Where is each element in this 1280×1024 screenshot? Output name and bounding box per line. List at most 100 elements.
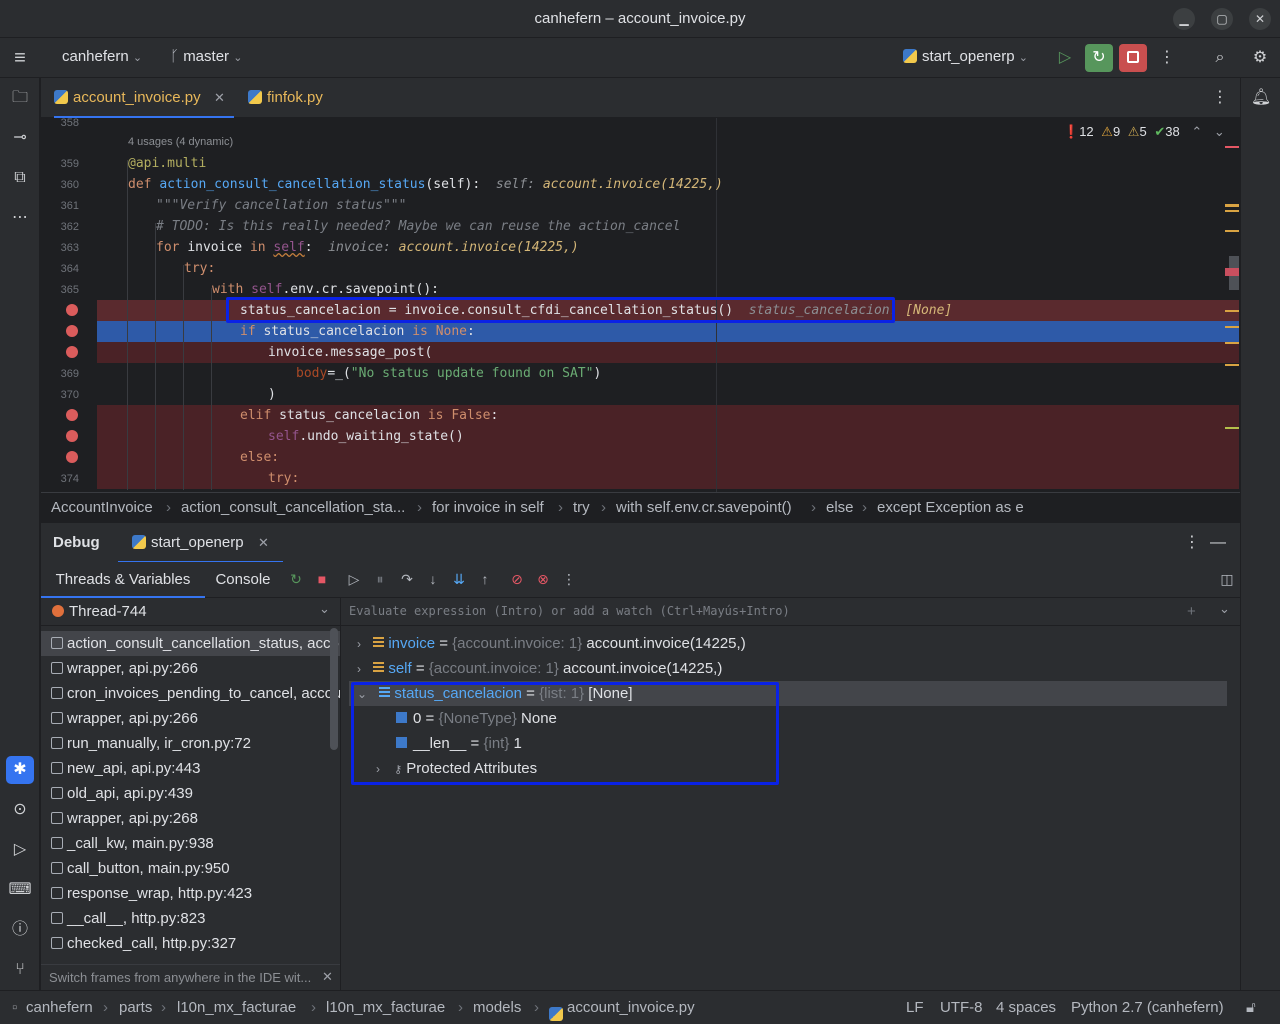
project-folder-icon[interactable]: 🗀 — [6, 84, 34, 112]
path-item[interactable]: l10n_mx_facturae — [177, 999, 296, 1016]
breadcrumb-item[interactable]: else — [826, 499, 854, 516]
settings-gear-icon[interactable]: ⚙ — [1246, 44, 1274, 72]
view-breakpoints-icon[interactable]: ⊘ — [508, 571, 526, 588]
thread-selector[interactable]: Thread-744 ⌄ — [41, 598, 340, 626]
file-encoding[interactable]: UTF-8 — [940, 999, 983, 1016]
breakpoint-icon[interactable] — [66, 430, 78, 442]
resume-icon[interactable]: ▷ — [345, 571, 363, 588]
terminal-icon[interactable]: ⌨ — [6, 876, 34, 904]
breakpoint-icon[interactable] — [66, 451, 78, 463]
more-options-icon[interactable]: ⋮ — [1178, 529, 1206, 557]
tab-debug-session[interactable]: start_openerp ✕ — [118, 523, 283, 563]
tab-threads-variables[interactable]: Threads & Variables — [41, 562, 205, 598]
frame-item[interactable]: wrapper, api.py:266 — [41, 656, 340, 681]
step-over-icon[interactable]: ↷ — [398, 571, 416, 588]
more-tools-icon[interactable]: ⋯ — [6, 204, 34, 232]
frame-item[interactable]: old_api, api.py:439 — [41, 781, 340, 806]
path-item[interactable]: l10n_mx_facturae — [326, 999, 445, 1016]
breadcrumb-item[interactable]: action_consult_cancellation_sta... — [181, 499, 405, 516]
frame-item[interactable]: checked_call, http.py:327 — [41, 931, 340, 956]
close-tab-icon[interactable]: ✕ — [258, 523, 269, 563]
frame-item[interactable]: _call_kw, main.py:938 — [41, 831, 340, 856]
chevron-down-icon[interactable]: ⌄ — [1219, 601, 1230, 617]
chevron-down-icon[interactable]: ⌄ — [1214, 124, 1225, 139]
step-into-my-code-icon[interactable]: ⇊ — [450, 571, 468, 588]
chevron-up-icon[interactable]: ⌃ — [1191, 124, 1202, 139]
more-options-icon[interactable]: ⋮ — [560, 571, 578, 588]
variable-row[interactable]: › self = {account.invoice: 1} account.in… — [357, 656, 722, 681]
chevron-right-icon[interactable]: › — [357, 637, 361, 651]
inspection-widget[interactable]: ❗12 ⚠9 ⚠5 ✔38 ⌃ ⌄ — [1063, 124, 1225, 140]
code-editor[interactable]: 358 359 360 361 362 363 364 365 369 370 … — [41, 118, 1240, 492]
stop-icon[interactable] — [1119, 44, 1147, 72]
tab-account-invoice[interactable]: account_invoice.py ✕ — [54, 78, 234, 118]
services-icon[interactable]: ⊙ — [6, 796, 34, 824]
frame-item[interactable]: call_button, main.py:950 — [41, 856, 340, 881]
frames-scrollbar[interactable] — [330, 628, 338, 750]
path-item[interactable]: models — [473, 999, 521, 1016]
pause-icon[interactable]: ⏸ — [371, 571, 389, 588]
chevron-right-icon[interactable]: › — [357, 662, 361, 676]
usages-hint[interactable]: 4 usages (4 dynamic) — [128, 136, 233, 148]
stop-icon[interactable]: ■ — [313, 571, 331, 587]
git-icon[interactable]: ⑂ — [6, 956, 34, 984]
variable-row[interactable]: › invoice = {account.invoice: 1} account… — [357, 631, 746, 656]
minimize-panel-icon[interactable]: — — [1204, 529, 1232, 557]
layout-icon[interactable]: ◫ — [1218, 571, 1236, 588]
frame-item[interactable]: wrapper, api.py:266 — [41, 706, 340, 731]
run-config-selector[interactable]: start_openerp ⌄ — [903, 48, 1028, 65]
line-separator[interactable]: LF — [906, 999, 924, 1016]
evaluate-expression-input[interactable]: Evaluate expression (Intro) or add a wat… — [341, 598, 1240, 626]
structure-icon[interactable]: ⧉ — [6, 164, 34, 192]
notifications-bell-icon[interactable]: 🔔︎ — [1247, 84, 1275, 112]
rerun-debug-icon[interactable]: ↻ — [1085, 44, 1113, 72]
search-icon[interactable]: ⌕ — [1206, 44, 1234, 72]
frame-item[interactable]: response_wrap, http.py:423 — [41, 881, 340, 906]
path-item[interactable]: account_invoice.py — [567, 999, 695, 1016]
step-into-icon[interactable]: ↓ — [424, 571, 442, 587]
lock-icon[interactable]: 🔓︎ — [1246, 999, 1256, 1016]
breadcrumb-item[interactable]: except Exception as e — [877, 499, 1024, 516]
breadcrumb-item[interactable]: for invoice in self — [432, 499, 544, 516]
hamburger-menu-icon[interactable]: ≡ — [6, 44, 34, 72]
step-out-icon[interactable]: ↑ — [476, 571, 494, 587]
minimize-button[interactable]: ▁ — [1173, 8, 1195, 30]
close-tab-icon[interactable]: ✕ — [214, 78, 225, 118]
run-icon[interactable]: ▷ — [1051, 44, 1079, 72]
mute-breakpoints-icon[interactable]: ⊗ — [534, 571, 552, 588]
project-selector[interactable]: canhefern ⌄ — [62, 48, 142, 65]
commit-icon[interactable]: ⊸ — [6, 124, 34, 152]
interpreter[interactable]: Python 2.7 (canhefern) — [1071, 999, 1224, 1016]
frame-item[interactable]: __call__, http.py:823 — [41, 906, 340, 931]
add-watch-icon[interactable]: + — [1187, 603, 1196, 620]
tab-finfok[interactable]: finfok.py — [248, 78, 368, 118]
code-line: body=_("No status update found on SAT") — [296, 366, 602, 381]
highlight-box — [226, 297, 895, 323]
frame-item[interactable]: new_api, api.py:443 — [41, 756, 340, 781]
problems-icon[interactable]: ⓘ — [6, 916, 34, 944]
branch-selector[interactable]: ᚴ master ⌄ — [170, 48, 242, 65]
breadcrumb-item[interactable]: AccountInvoice — [51, 499, 153, 516]
close-button[interactable]: ✕ — [1249, 8, 1271, 30]
path-item[interactable]: parts — [119, 999, 152, 1016]
breakpoint-icon[interactable] — [66, 409, 78, 421]
breakpoint-icon[interactable] — [66, 325, 78, 337]
breakpoint-icon[interactable] — [66, 304, 78, 316]
more-options-icon[interactable]: ⋮ — [1153, 44, 1181, 72]
breadcrumb-item[interactable]: with self.env.cr.savepoint() — [616, 499, 792, 516]
breakpoint-icon[interactable] — [66, 346, 78, 358]
frame-item[interactable]: wrapper, api.py:268 — [41, 806, 340, 831]
debug-bug-icon[interactable]: ✱ — [6, 756, 34, 784]
frame-item[interactable]: action_consult_cancellation_status, acco — [41, 631, 340, 656]
run-tool-icon[interactable]: ▷ — [6, 836, 34, 864]
maximize-button[interactable]: ▢ — [1211, 8, 1233, 30]
path-item[interactable]: canhefern — [26, 999, 93, 1016]
frame-item[interactable]: run_manually, ir_cron.py:72 — [41, 731, 340, 756]
tab-console[interactable]: Console — [205, 562, 281, 598]
rerun-icon[interactable]: ↻ — [287, 571, 305, 588]
indent-setting[interactable]: 4 spaces — [996, 999, 1056, 1016]
tab-options-icon[interactable]: ⋮ — [1206, 84, 1234, 112]
breadcrumb-item[interactable]: try — [573, 499, 590, 516]
close-tip-icon[interactable]: ✕ — [322, 969, 333, 985]
frame-item[interactable]: cron_invoices_pending_to_cancel, accou — [41, 681, 340, 706]
